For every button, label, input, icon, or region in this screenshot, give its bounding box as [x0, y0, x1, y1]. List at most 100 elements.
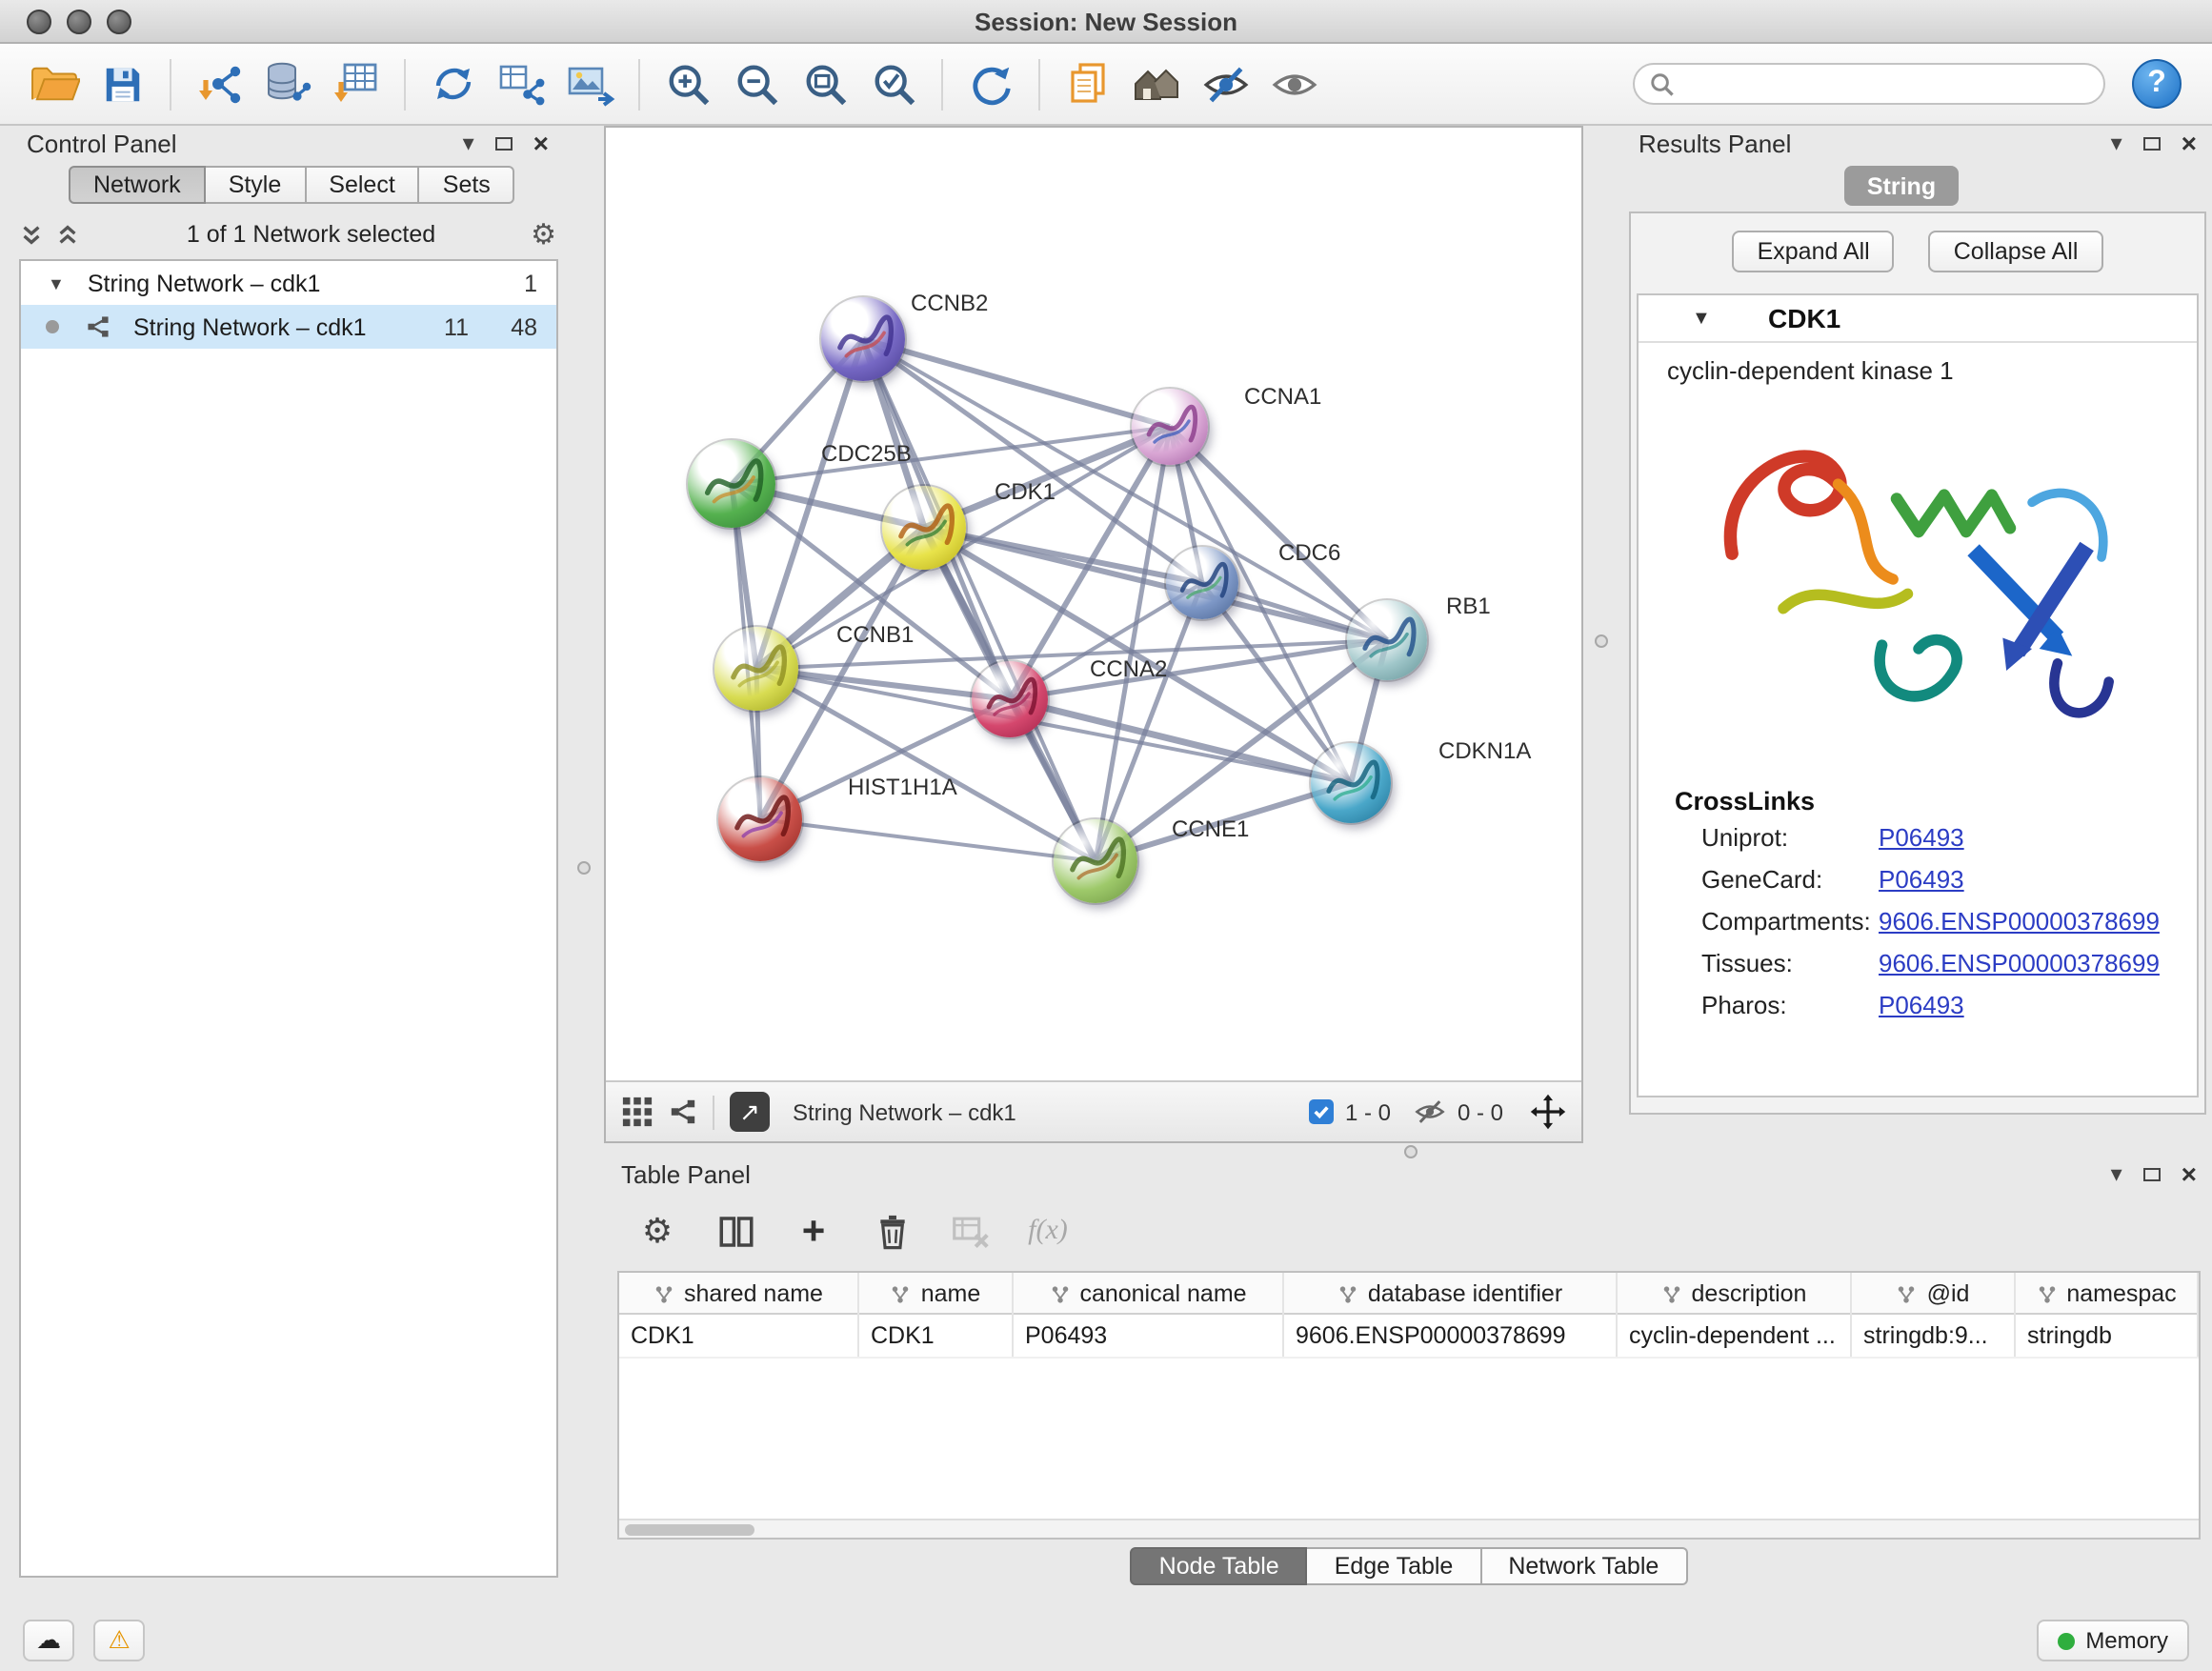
collection-disclosure-icon[interactable]: ▼ — [48, 273, 65, 292]
gene-disclosure-icon[interactable]: ▼ — [1692, 308, 1711, 329]
collapse-all-button[interactable]: Collapse All — [1929, 231, 2103, 272]
network-node-HIST1H1A[interactable] — [718, 777, 802, 861]
save-session-button[interactable] — [88, 50, 156, 118]
tab-sets[interactable]: Sets — [420, 166, 515, 204]
panel-close-icon[interactable]: × — [2182, 1160, 2197, 1187]
tab-edge-table[interactable]: Edge Table — [1308, 1547, 1482, 1585]
network-node-CDKN1A[interactable] — [1311, 743, 1391, 823]
panel-close-icon[interactable]: × — [2182, 130, 2197, 156]
panel-float-icon[interactable] — [495, 136, 513, 150]
panel-float-icon[interactable] — [2143, 136, 2161, 150]
column-header-shared-name[interactable]: shared name — [619, 1273, 859, 1315]
zoom-window-button[interactable] — [107, 10, 131, 34]
table-row[interactable]: CDK1CDK1P064939606.ENSP00000378699cyclin… — [619, 1315, 2199, 1359]
expand-all-button[interactable]: Expand All — [1733, 231, 1895, 272]
help-button[interactable]: ? — [2132, 59, 2182, 109]
selected-checkbox-icon[interactable] — [1309, 1099, 1334, 1124]
crosslink-label: GeneCard: — [1701, 864, 1879, 893]
network-node-CDC6[interactable] — [1166, 547, 1238, 619]
crosslink-link-pharos[interactable]: P06493 — [1879, 990, 1964, 1018]
panel-menu-icon[interactable]: ▾ — [463, 131, 474, 154]
tab-network[interactable]: Network — [69, 166, 206, 204]
toolbar-search — [1633, 63, 2105, 105]
warnings-button[interactable]: ⚠ — [93, 1620, 145, 1661]
refresh-view-button[interactable] — [956, 50, 1025, 118]
left-splitter-handle[interactable] — [577, 861, 591, 875]
network-collection-row[interactable]: ▼ String Network – cdk1 1 — [21, 261, 556, 305]
detach-view-button[interactable]: ↗ — [730, 1092, 770, 1132]
crosslink-link-uniprot[interactable]: P06493 — [1879, 822, 1964, 851]
network-node-CDC25B[interactable] — [688, 440, 775, 528]
tab-select[interactable]: Select — [306, 166, 420, 204]
expand-all-networks-icon[interactable] — [19, 222, 44, 247]
panel-menu-icon[interactable]: ▾ — [2111, 131, 2122, 154]
open-session-button[interactable] — [19, 50, 88, 118]
tab-style[interactable]: Style — [206, 166, 307, 204]
column-header-description[interactable]: description — [1618, 1273, 1852, 1315]
delete-column-button[interactable] — [867, 1206, 916, 1256]
node-layer: CCNB2CCNA1CDC25BCDK1CDC6RB1CCNB1CCNA2CDK… — [606, 128, 1581, 1080]
pan-crosshair-icon[interactable] — [1530, 1094, 1566, 1130]
panel-float-icon[interactable] — [2143, 1167, 2161, 1180]
hide-selected-button[interactable] — [1191, 50, 1259, 118]
search-input[interactable] — [1684, 70, 2088, 97]
houses-icon — [1132, 61, 1181, 107]
column-header-name[interactable]: name — [859, 1273, 1014, 1315]
network-options-gear-icon[interactable]: ⚙ — [531, 220, 556, 249]
tab-network-table[interactable]: Network Table — [1481, 1547, 1687, 1585]
network-node-CDK1[interactable] — [882, 486, 966, 570]
network-node-CCNA1[interactable] — [1132, 389, 1208, 465]
right-splitter-handle[interactable] — [1595, 634, 1608, 648]
trash-icon — [874, 1211, 910, 1251]
network-node-CCNE1[interactable] — [1054, 819, 1137, 903]
zoom-fit-button[interactable] — [791, 50, 859, 118]
table-options-button[interactable]: ⚙ — [633, 1206, 682, 1256]
network-node-RB1[interactable] — [1347, 600, 1427, 680]
column-header--id[interactable]: @id — [1852, 1273, 2016, 1315]
create-column-button[interactable]: + — [789, 1206, 838, 1256]
first-neighbors-button[interactable] — [1122, 50, 1191, 118]
network-arrows-icon — [429, 59, 478, 109]
copy-document-button[interactable] — [1054, 50, 1122, 118]
memory-button[interactable]: Memory — [2036, 1620, 2189, 1661]
show-columns-button[interactable] — [711, 1206, 760, 1256]
crosslink-link-genecard[interactable]: P06493 — [1879, 864, 1964, 893]
network-from-selection-button[interactable] — [419, 50, 488, 118]
scrollbar-thumb[interactable] — [625, 1523, 754, 1536]
import-network-from-file-button[interactable] — [185, 50, 253, 118]
network-node-CCNB1[interactable] — [714, 627, 798, 711]
panel-menu-icon[interactable]: ▾ — [2111, 1162, 2122, 1185]
panel-close-icon[interactable]: × — [533, 130, 549, 156]
column-header-canonical-name[interactable]: canonical name — [1014, 1273, 1284, 1315]
network-overview-icon[interactable] — [669, 1097, 697, 1126]
crosslink-link-compartments[interactable]: 9606.ENSP00000378699 — [1879, 906, 2160, 935]
column-header-database-identifier[interactable]: database identifier — [1284, 1273, 1618, 1315]
network-label: String Network – cdk1 — [133, 313, 367, 340]
cloud-status-button[interactable]: ☁ — [23, 1620, 74, 1661]
import-table-from-file-button[interactable] — [322, 50, 391, 118]
footer-separator — [713, 1095, 714, 1129]
network-and-table-button[interactable] — [488, 50, 556, 118]
import-table-icon — [332, 59, 381, 109]
crosslink-link-tissues[interactable]: 9606.ENSP00000378699 — [1879, 948, 2160, 976]
network-node-CCNA2[interactable] — [972, 661, 1048, 737]
tab-string[interactable]: String — [1844, 166, 1959, 206]
zoom-out-button[interactable] — [722, 50, 791, 118]
cytoscape-window: Session: New Session — [0, 0, 2212, 1671]
control-panel-tabs: Network Style Select Sets — [69, 166, 515, 204]
import-network-from-database-button[interactable] — [253, 50, 322, 118]
network-node-CCNB2[interactable] — [821, 297, 905, 381]
close-window-button[interactable] — [27, 10, 51, 34]
grid-view-icon[interactable] — [621, 1096, 654, 1128]
column-header-namespac[interactable]: namespac — [2016, 1273, 2199, 1315]
network-row[interactable]: String Network – cdk1 11 48 — [21, 305, 556, 349]
zoom-selected-button[interactable] — [859, 50, 928, 118]
show-all-button[interactable] — [1259, 50, 1328, 118]
tab-node-table[interactable]: Node Table — [1131, 1547, 1308, 1585]
export-image-button[interactable] — [556, 50, 625, 118]
table-horizontal-scrollbar[interactable] — [619, 1519, 2199, 1538]
collapse-all-networks-icon[interactable] — [55, 222, 80, 247]
network-canvas[interactable]: CCNB2CCNA1CDC25BCDK1CDC6RB1CCNB1CCNA2CDK… — [606, 128, 1581, 1080]
zoom-in-button[interactable] — [654, 50, 722, 118]
minimize-window-button[interactable] — [67, 10, 91, 34]
